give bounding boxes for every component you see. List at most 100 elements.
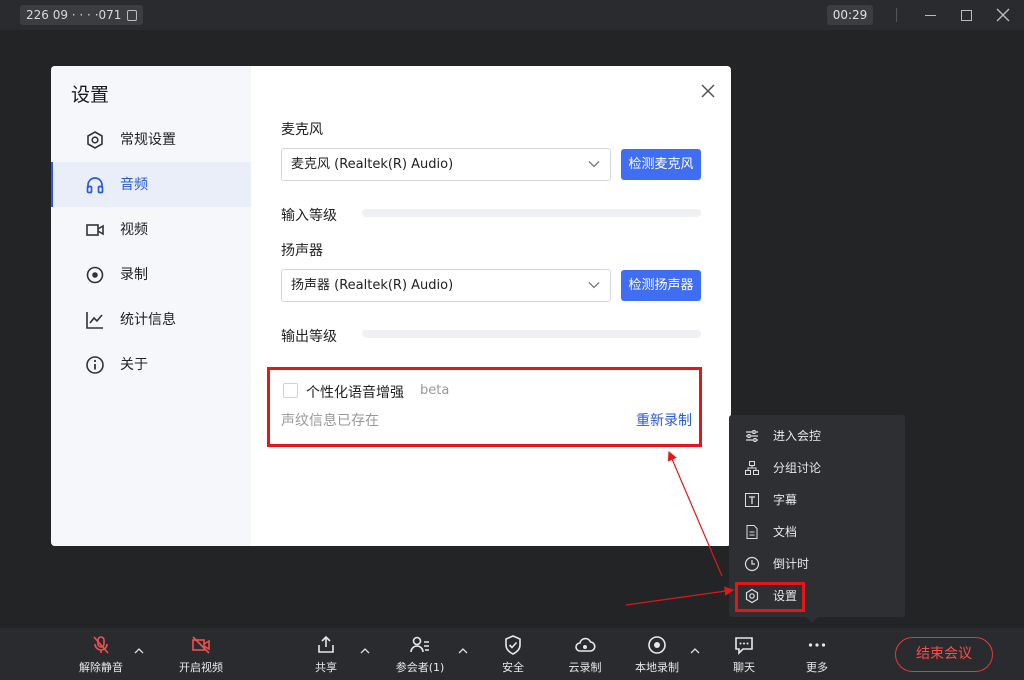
sidebar-item-statistics[interactable]: 统计信息 bbox=[51, 297, 251, 342]
chat-button[interactable]: 聊天 bbox=[709, 628, 779, 680]
more-menu: 进入会控 分组讨论 字幕 文档 倒计时 设置 bbox=[729, 415, 905, 617]
share-button[interactable]: 共享 bbox=[291, 628, 361, 680]
clock-icon bbox=[744, 556, 760, 572]
input-level-meter bbox=[362, 209, 701, 217]
sidebar-item-about[interactable]: 关于 bbox=[51, 342, 251, 387]
speaker-section-label: 扬声器 bbox=[281, 243, 323, 259]
sidebar-item-label: 统计信息 bbox=[120, 312, 176, 328]
participants-icon bbox=[410, 636, 429, 653]
sidebar-item-general[interactable]: 常规设置 bbox=[51, 117, 251, 162]
mic-device-select[interactable]: 麦克风 (Realtek(R) Audio) bbox=[281, 148, 611, 181]
menu-item-documents[interactable]: 文档 bbox=[729, 516, 905, 548]
chat-icon bbox=[735, 637, 753, 655]
local-record-button[interactable]: 本地录制 bbox=[622, 628, 692, 680]
voice-enhancement-label: 个性化语音增强 bbox=[306, 385, 404, 401]
minimize-icon bbox=[924, 14, 936, 16]
shield-icon bbox=[505, 635, 521, 655]
voice-enhancement-highlight: 个性化语音增强 beta 声纹信息已存在 重新录制 bbox=[267, 367, 702, 447]
menu-item-label: 文档 bbox=[773, 525, 798, 539]
output-level-label: 输出等级 bbox=[281, 329, 337, 345]
video-off-icon bbox=[192, 636, 210, 654]
close-window-button[interactable] bbox=[993, 5, 1013, 25]
share-options-caret-icon[interactable] bbox=[359, 646, 371, 656]
voice-enhancement-checkbox[interactable] bbox=[283, 383, 298, 398]
security-button[interactable]: 安全 bbox=[478, 628, 548, 680]
sidebar-item-recording[interactable]: 录制 bbox=[51, 252, 251, 297]
close-icon bbox=[996, 8, 1010, 22]
sidebar-item-label: 录制 bbox=[120, 267, 148, 283]
info-icon bbox=[86, 356, 104, 374]
test-speaker-button[interactable]: 检测扬声器 bbox=[621, 270, 701, 301]
title-bar: 226 09 · · · ·071 00:29 bbox=[0, 0, 1024, 30]
meeting-id-text: 226 09 · · · ·071 bbox=[26, 8, 122, 22]
dialog-title: 设置 bbox=[71, 84, 110, 106]
audio-options-caret-icon[interactable] bbox=[133, 646, 145, 656]
mic-device-value: 麦克风 (Realtek(R) Audio) bbox=[291, 157, 454, 172]
speaker-device-select[interactable]: 扬声器 (Realtek(R) Audio) bbox=[281, 269, 611, 302]
more-dots-icon bbox=[808, 643, 826, 647]
voiceprint-status: 声纹信息已存在 bbox=[281, 413, 379, 429]
sidebar-item-label: 常规设置 bbox=[120, 132, 176, 148]
participants-label: 参会者(1) bbox=[395, 661, 445, 674]
chevron-down-icon bbox=[588, 282, 600, 289]
menu-item-breakout[interactable]: 分组讨论 bbox=[729, 452, 905, 484]
participants-button[interactable]: 参会者(1) bbox=[385, 628, 455, 680]
gear-hex-icon bbox=[87, 131, 103, 149]
menu-item-host-controls[interactable]: 进入会控 bbox=[729, 420, 905, 452]
settings-dialog: 设置 常规设置 音频 视频 录制 统计信息 关于 麦克风 麦克风 (Realte… bbox=[51, 66, 731, 546]
menu-item-captions[interactable]: 字幕 bbox=[729, 484, 905, 516]
chevron-down-icon bbox=[588, 161, 600, 168]
more-button[interactable]: 更多 bbox=[782, 628, 852, 680]
share-label: 共享 bbox=[315, 661, 337, 674]
sidebar-item-label: 音频 bbox=[120, 177, 148, 193]
maximize-button[interactable] bbox=[956, 5, 976, 25]
record-icon bbox=[648, 636, 666, 654]
menu-item-label: 倒计时 bbox=[773, 557, 810, 571]
output-level-meter bbox=[362, 330, 701, 338]
menu-item-label: 进入会控 bbox=[773, 429, 822, 443]
record-options-caret-icon[interactable] bbox=[689, 646, 701, 656]
more-label: 更多 bbox=[806, 661, 828, 674]
participants-options-caret-icon[interactable] bbox=[457, 646, 469, 656]
video-camera-icon bbox=[86, 224, 104, 236]
caption-icon bbox=[745, 493, 759, 507]
rerecord-link[interactable]: 重新录制 bbox=[636, 410, 692, 430]
sidebar-item-audio[interactable]: 音频 bbox=[51, 162, 251, 207]
end-meeting-button[interactable]: 结束会议 bbox=[895, 637, 993, 672]
unmute-label: 解除静音 bbox=[79, 661, 123, 674]
sidebar-item-video[interactable]: 视频 bbox=[51, 207, 251, 252]
share-icon bbox=[318, 635, 334, 653]
settings-highlight-box bbox=[735, 582, 805, 612]
title-divider bbox=[896, 8, 897, 22]
menu-item-countdown[interactable]: 倒计时 bbox=[729, 548, 905, 580]
input-level-label: 输入等级 bbox=[281, 208, 337, 224]
maximize-icon bbox=[960, 9, 972, 21]
cloud-record-button[interactable]: 云录制 bbox=[550, 628, 620, 680]
meeting-timer: 00:29 bbox=[827, 5, 873, 25]
cloud-record-label: 云录制 bbox=[568, 661, 602, 674]
arrow-to-settings bbox=[625, 586, 735, 606]
start-video-label: 开启视频 bbox=[179, 661, 223, 674]
minimize-button[interactable] bbox=[920, 5, 940, 25]
record-icon bbox=[86, 266, 104, 284]
unmute-button[interactable]: 解除静音 bbox=[66, 628, 136, 680]
security-label: 安全 bbox=[502, 661, 524, 674]
sidebar-item-label: 视频 bbox=[120, 222, 148, 238]
meeting-id-badge[interactable]: 226 09 · · · ·071 bbox=[20, 5, 144, 25]
beta-tag: beta bbox=[420, 383, 450, 398]
sliders-icon bbox=[746, 430, 758, 442]
cloud-record-icon bbox=[575, 637, 596, 652]
menu-item-label: 分组讨论 bbox=[773, 461, 822, 475]
meeting-toolbar: 解除静音 开启视频 共享 参会者(1) 安全 云录制 本地录制 聊天 更多 结束… bbox=[0, 628, 1024, 680]
settings-sidebar: 设置 常规设置 音频 视频 录制 统计信息 关于 bbox=[51, 66, 251, 546]
breakout-rooms-icon bbox=[745, 461, 759, 475]
start-video-button[interactable]: 开启视频 bbox=[166, 628, 236, 680]
menu-item-label: 字幕 bbox=[773, 493, 798, 507]
copy-icon[interactable] bbox=[127, 9, 138, 21]
speaker-device-value: 扬声器 (Realtek(R) Audio) bbox=[291, 278, 454, 293]
line-chart-icon bbox=[86, 312, 103, 329]
close-dialog-icon[interactable] bbox=[699, 82, 717, 100]
mic-section-label: 麦克风 bbox=[281, 122, 323, 138]
test-microphone-button[interactable]: 检测麦克风 bbox=[621, 149, 701, 180]
document-icon bbox=[746, 525, 758, 539]
